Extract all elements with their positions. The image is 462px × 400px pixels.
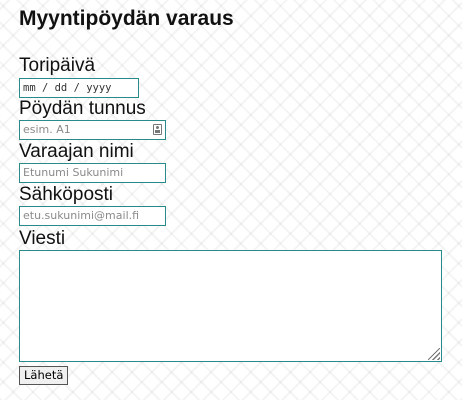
email-label: Sähköposti [19, 184, 114, 205]
date-format-text: mm / dd / yyyy [23, 82, 112, 94]
contact-card-icon[interactable] [153, 124, 162, 135]
reserver-name-input[interactable]: Etunumi Sukunimi [19, 163, 166, 183]
table-id-input[interactable]: esim. A1 [19, 120, 166, 140]
date-input[interactable]: mm / dd / yyyy [19, 78, 139, 98]
resize-handle-icon[interactable] [428, 348, 440, 360]
message-textarea[interactable] [19, 250, 442, 362]
reserver-name-label: Varaajan nimi [19, 141, 134, 162]
submit-button[interactable]: Lähetä [19, 366, 69, 385]
date-label: Toripäivä [19, 55, 96, 76]
table-id-label: Pöydän tunnus [19, 98, 146, 119]
table-id-placeholder: esim. A1 [23, 123, 71, 136]
email-input[interactable]: etu.sukunimi@mail.fi [19, 206, 166, 226]
reserver-name-placeholder: Etunumi Sukunimi [23, 166, 124, 179]
message-label: Viesti [19, 228, 66, 249]
email-placeholder: etu.sukunimi@mail.fi [23, 209, 140, 222]
page-title: Myyntipöydän varaus [19, 7, 234, 30]
